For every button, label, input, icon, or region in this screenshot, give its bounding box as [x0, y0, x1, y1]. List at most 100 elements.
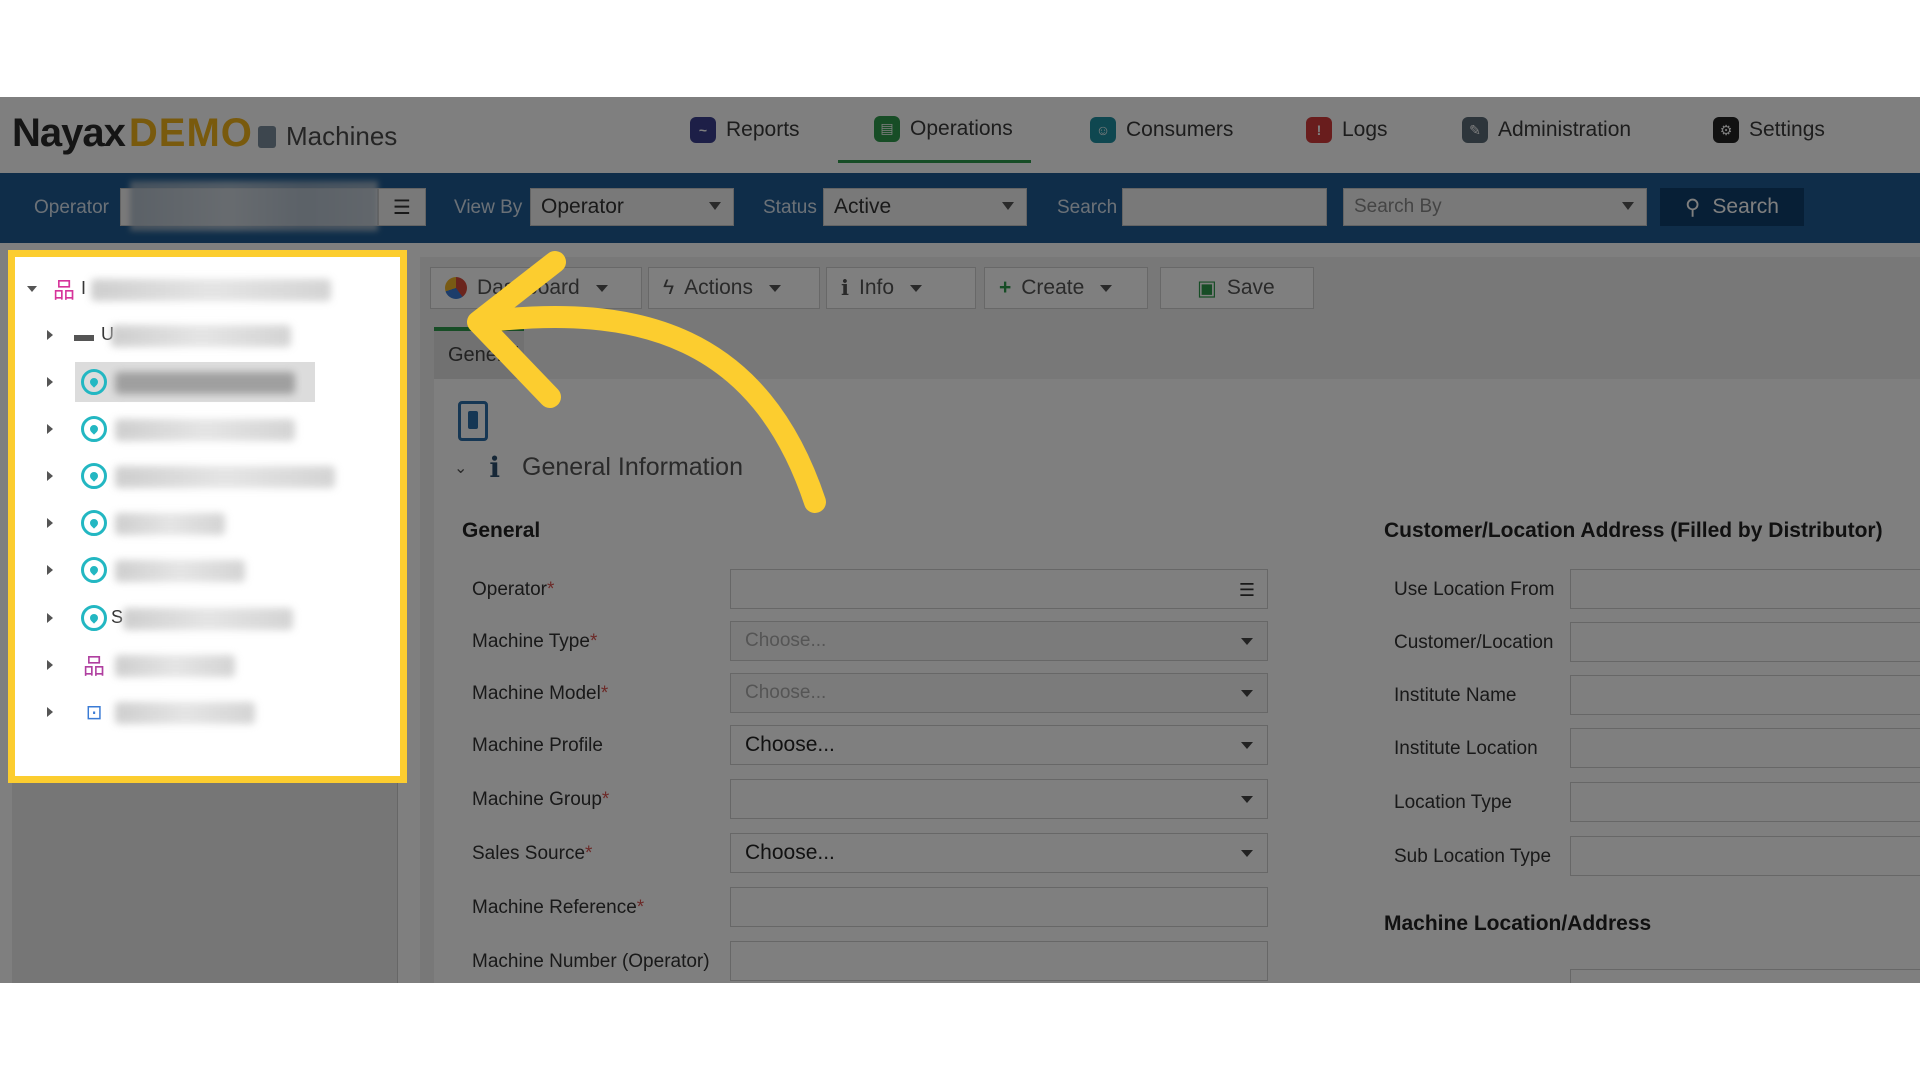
location-type-input[interactable]	[1570, 782, 1920, 822]
nayax-logo[interactable]: Nayax DEMO	[12, 111, 253, 156]
create-label: Create	[1021, 276, 1085, 299]
searchby-select[interactable]: Search By	[1343, 188, 1647, 226]
machine-reference-input[interactable]	[730, 887, 1268, 927]
chevron-down-icon	[1241, 742, 1253, 749]
customer-location-row: Customer/Location	[1394, 622, 1920, 662]
tab-general[interactable]: General	[434, 327, 524, 379]
section-header[interactable]: ⌄ i General Information	[454, 451, 743, 484]
logo-brand: Nayax	[12, 111, 126, 155]
chevron-down-icon	[910, 284, 923, 292]
caret-down-icon[interactable]	[27, 286, 37, 292]
chevron-down-icon: ⌄	[454, 459, 468, 477]
viewby-select[interactable]: Operator	[530, 188, 734, 226]
nav-tab-reports[interactable]: ~ Reports	[690, 97, 800, 163]
search-button[interactable]: ⚲ Search	[1660, 188, 1804, 226]
chevron-down-icon	[1622, 202, 1634, 210]
create-button[interactable]: + Create	[984, 267, 1148, 309]
operator-row: Operator* ☰	[472, 569, 1272, 609]
caret-right-icon[interactable]	[47, 377, 53, 387]
nav-tab-administration[interactable]: ✎ Administration	[1462, 97, 1631, 163]
search-input[interactable]	[1122, 188, 1327, 226]
redacted-text	[115, 513, 225, 535]
field-label: Machine Profile	[472, 735, 603, 756]
location-pin-icon	[81, 557, 107, 583]
operator-value-redacted	[130, 181, 378, 231]
status-select[interactable]: Active	[823, 188, 1027, 226]
tree-node-location[interactable]	[15, 503, 395, 543]
gear-icon: ⚙	[1713, 117, 1739, 143]
location-pin-icon	[81, 369, 107, 395]
dashboard-button[interactable]: Dashboard	[430, 267, 642, 309]
actions-button[interactable]: ϟ Actions	[648, 267, 820, 309]
machine-profile-select[interactable]: Choose...	[730, 725, 1268, 765]
nav-tab-logs[interactable]: ! Logs	[1306, 97, 1388, 163]
tree-node-organization[interactable]: 品	[15, 645, 395, 685]
nav-tab-consumers[interactable]: ☺ Consumers	[1090, 97, 1233, 163]
machine-location-input[interactable]	[1570, 969, 1920, 983]
use-location-input[interactable]	[1570, 569, 1920, 609]
chevron-down-icon	[1002, 202, 1014, 210]
tree-node-location[interactable]	[15, 550, 395, 590]
search-icon: ⚲	[1685, 195, 1701, 219]
machine-model-select[interactable]: Choose...	[730, 673, 1268, 713]
nav-tab-operations[interactable]: ▤ Operations	[838, 97, 1031, 163]
location-pin-icon	[81, 510, 107, 536]
nav-tab-label: Reports	[726, 118, 800, 141]
operations-icon: ▤	[874, 115, 900, 142]
chevron-down-icon	[709, 202, 721, 210]
org-hierarchy-icon: 品	[82, 654, 105, 679]
caret-right-icon[interactable]	[47, 707, 53, 717]
institute-name-row: Institute Name	[1394, 675, 1920, 715]
field-label: Machine Group*	[472, 789, 610, 810]
location-pin-icon	[81, 416, 107, 442]
tree-node-label: S	[111, 607, 124, 627]
sales-source-select[interactable]: Choose...	[730, 833, 1268, 873]
redacted-text	[115, 372, 295, 394]
save-button[interactable]: ▣ Save	[1160, 267, 1314, 309]
tree-node-folder[interactable]: ▬ U	[15, 315, 395, 355]
field-label: Operator*	[472, 579, 555, 600]
customer-location-input[interactable]	[1570, 622, 1920, 662]
tree-node-label: I	[81, 278, 87, 298]
list-icon[interactable]: ☰	[1239, 580, 1255, 601]
redacted-text	[91, 279, 331, 301]
machine-number-input[interactable]	[730, 941, 1268, 981]
nav-tab-settings[interactable]: ⚙ Settings	[1713, 97, 1825, 163]
sub-location-type-input[interactable]	[1570, 836, 1920, 876]
caret-right-icon[interactable]	[47, 518, 53, 528]
dashboard-label: Dashboard	[477, 276, 580, 299]
chevron-down-icon	[1241, 638, 1253, 645]
tree-node-selected[interactable]	[15, 362, 395, 402]
institute-location-input[interactable]	[1570, 728, 1920, 768]
viewby-value: Operator	[541, 195, 624, 218]
caret-right-icon[interactable]	[47, 565, 53, 575]
filter-bar: Operator ☰ View By Operator Status Activ…	[0, 173, 1920, 243]
tree-node-location[interactable]	[15, 409, 395, 449]
caret-right-icon[interactable]	[47, 424, 53, 434]
institute-name-input[interactable]	[1570, 675, 1920, 715]
location-pin-icon	[81, 605, 107, 631]
machine-group-select[interactable]	[730, 779, 1268, 819]
tree-node-location[interactable]: S	[15, 598, 395, 638]
info-button[interactable]: ℹ Info	[826, 267, 976, 309]
pie-chart-icon	[445, 277, 467, 299]
caret-right-icon[interactable]	[47, 613, 53, 623]
operator-label: Operator	[34, 197, 109, 218]
machine-location-row	[1394, 969, 1920, 983]
field-label: Sales Source*	[472, 843, 593, 864]
machine-icon	[258, 125, 276, 148]
tree-node-location[interactable]	[15, 456, 395, 496]
operator-list-button[interactable]: ☰	[378, 188, 426, 226]
section-title: General Information	[522, 453, 743, 481]
field-label: Location Type	[1394, 792, 1512, 813]
tree-node-vending[interactable]: ⊡	[15, 692, 395, 732]
operator-field[interactable]: ☰	[730, 569, 1268, 609]
chevron-down-icon	[1241, 850, 1253, 857]
caret-right-icon[interactable]	[47, 330, 53, 340]
caret-right-icon[interactable]	[47, 660, 53, 670]
machine-form: ⌄ i General Information General Customer…	[434, 379, 1920, 983]
tree-node-root[interactable]: 品 I	[15, 269, 395, 309]
machine-type-select[interactable]: Choose...	[730, 621, 1268, 661]
caret-right-icon[interactable]	[47, 471, 53, 481]
machine-number-row: Machine Number (Operator)	[472, 941, 1272, 981]
